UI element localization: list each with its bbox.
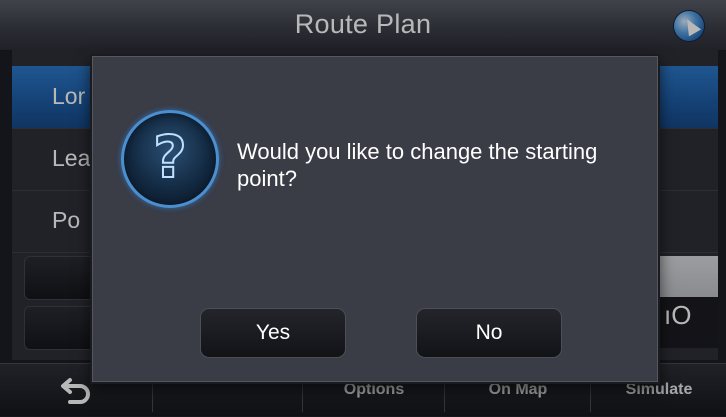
yes-button[interactable]: Yes <box>200 308 346 358</box>
dialog-message: Would you like to change the starting po… <box>237 139 598 191</box>
confirm-dialog: ? Would you like to change the starting … <box>90 54 660 384</box>
question-icon: ? <box>121 110 219 208</box>
no-button[interactable]: No <box>416 308 562 358</box>
